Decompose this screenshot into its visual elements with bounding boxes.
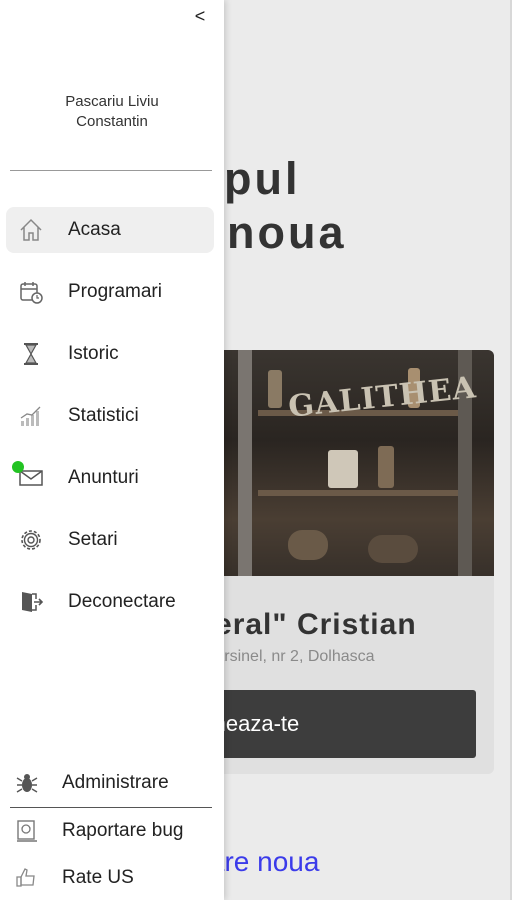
- hourglass-icon: [18, 341, 44, 367]
- user-name-line-1: Pascariu Liviu: [65, 93, 159, 110]
- user-name-line-2: Constantin: [76, 113, 148, 130]
- menu-item-setari[interactable]: Setari: [6, 517, 214, 563]
- menu-item-statistici[interactable]: Statistici: [6, 393, 214, 439]
- footer-divider: [10, 807, 212, 808]
- menu-item-label: Statistici: [68, 405, 139, 426]
- menu-item-label: Acasa: [68, 219, 121, 240]
- menu-item-label: Rate US: [62, 867, 134, 888]
- menu-item-rate-us[interactable]: Rate US: [0, 859, 224, 897]
- menu-item-label: Deconectare: [68, 591, 176, 612]
- mail-icon: [12, 461, 44, 491]
- menu-item-label: Programari: [68, 281, 162, 302]
- menu-item-istoric[interactable]: Istoric: [6, 331, 214, 377]
- menu-item-raportare-bug[interactable]: Raportare bug: [0, 812, 224, 850]
- report-icon: [14, 818, 40, 844]
- menu-item-acasa[interactable]: Acasa: [6, 207, 214, 253]
- rate-icon: [14, 865, 40, 891]
- collapse-drawer-button[interactable]: <: [190, 6, 210, 27]
- menu-item-label: Raportare bug: [62, 820, 184, 841]
- calendar-icon: [18, 279, 44, 305]
- home-icon: [18, 217, 44, 243]
- logout-icon: [18, 589, 44, 615]
- menu-item-label: Setari: [68, 529, 118, 550]
- notification-dot: [12, 461, 24, 473]
- gear-icon: [18, 527, 44, 553]
- menu-item-administrare[interactable]: Administrare: [0, 764, 224, 802]
- menu-item-programari[interactable]: Programari: [6, 269, 214, 315]
- menu-item-label: Administrare: [62, 772, 169, 793]
- user-name: Pascariu Liviu Constantin: [0, 92, 224, 132]
- chart-icon: [18, 403, 44, 429]
- menu-item-label: Anunturi: [68, 467, 139, 488]
- navigation-drawer: < Pascariu Liviu Constantin Acasa Progra…: [0, 0, 224, 900]
- photo-sign-text: GALITHEA: [286, 370, 479, 425]
- header-divider: [10, 170, 212, 171]
- menu-item-label: Istoric: [68, 343, 119, 364]
- menu-item-deconectare[interactable]: Deconectare: [6, 579, 214, 625]
- bug-icon: [14, 770, 40, 796]
- menu-item-anunturi[interactable]: Anunturi: [6, 455, 214, 501]
